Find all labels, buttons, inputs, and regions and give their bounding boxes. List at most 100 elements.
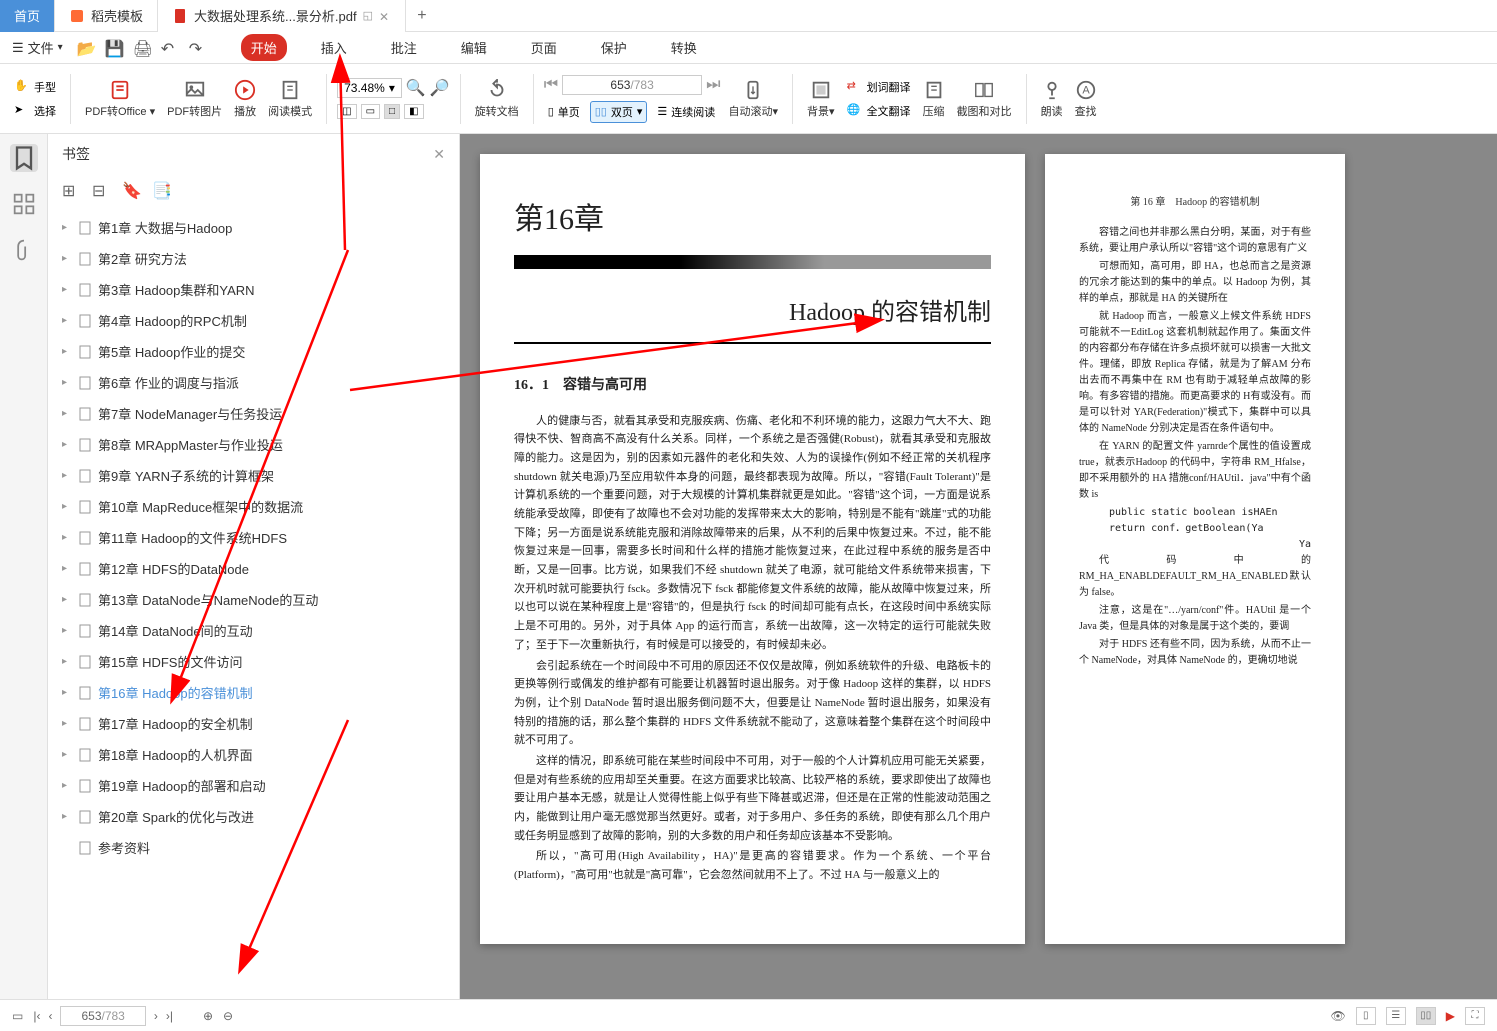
expand-arrow-icon[interactable]: ▸ (62, 377, 72, 388)
page-input[interactable]: 653/783 (562, 75, 702, 95)
expand-arrow-icon[interactable]: ▸ (62, 408, 72, 419)
bookmark-item[interactable]: ▸第11章 Hadoop的文件系统HDFS (48, 522, 459, 553)
status-page-input[interactable]: 653/783 (60, 1006, 145, 1026)
menu-tab-start[interactable]: 开始 (241, 34, 287, 61)
expand-arrow-icon[interactable]: ▸ (62, 687, 72, 698)
rotate-doc[interactable]: 旋转文档 (471, 77, 523, 121)
status-marker2[interactable]: ⊖ (223, 1009, 233, 1023)
bookmark-item[interactable]: ▸第18章 Hadoop的人机界面 (48, 739, 459, 770)
bookmarks-close[interactable]: ✕ (433, 146, 445, 163)
page-last[interactable]: ⏭ (706, 76, 720, 94)
bookmark-item[interactable]: ▸第17章 Hadoop的安全机制 (48, 708, 459, 739)
fit-width[interactable]: ◫ (337, 104, 356, 119)
print-icon[interactable]: 🖨 (133, 39, 151, 57)
hand-tool[interactable]: ✋手型 (10, 77, 60, 97)
redo-icon[interactable]: ↷ (189, 39, 207, 57)
expand-arrow-icon[interactable]: ▸ (62, 718, 72, 729)
view-double[interactable]: ▯▯ (1416, 1007, 1436, 1025)
status-marker1[interactable]: ⊕ (203, 1009, 213, 1023)
bookmark-item[interactable]: ▸第13章 DataNode与NameNode的互动 (48, 584, 459, 615)
expand-arrow-icon[interactable]: ▸ (62, 253, 72, 264)
fit-visible[interactable]: ◧ (404, 104, 423, 119)
auto-scroll[interactable]: 自动滚动▾ (725, 77, 783, 121)
pdf-to-image[interactable]: PDF转图片 (163, 77, 226, 121)
tab-restore-icon[interactable]: ◱ (363, 9, 373, 22)
bookmark-item[interactable]: ▸第2章 研究方法 (48, 243, 459, 274)
tab-home[interactable]: 首页 (0, 0, 55, 32)
expand-arrow-icon[interactable]: ▸ (62, 625, 72, 636)
eye-icon[interactable]: 👁 (1331, 1009, 1346, 1023)
expand-arrow-icon[interactable]: ▸ (62, 532, 72, 543)
background[interactable]: 背景▾ (803, 77, 839, 121)
menu-tab-protect[interactable]: 保护 (591, 34, 637, 61)
bm-expand-icon[interactable]: ⊟ (92, 181, 110, 199)
bookmark-item[interactable]: ▸第8章 MRAppMaster与作业投运 (48, 429, 459, 460)
read-mode[interactable]: 阅读模式 (264, 77, 316, 121)
expand-arrow-icon[interactable]: ▸ (62, 284, 72, 295)
tab-close[interactable]: ✕ (379, 10, 391, 22)
view-continuous[interactable]: ☰ (1386, 1007, 1406, 1025)
bookmark-item[interactable]: ▸第7章 NodeManager与任务投运 (48, 398, 459, 429)
expand-arrow-icon[interactable]: ▸ (62, 222, 72, 233)
continuous-read[interactable]: ☰连续阅读 (653, 101, 719, 123)
bookmark-item[interactable]: ▸第19章 Hadoop的部署和启动 (48, 770, 459, 801)
word-translate[interactable]: ⇄划词翻译 (843, 77, 915, 97)
compress[interactable]: 压缩 (919, 77, 949, 121)
read-aloud[interactable]: 朗读 (1037, 77, 1067, 121)
rail-thumbnails[interactable] (10, 190, 38, 218)
menu-file[interactable]: ☰ 文件 ▾ (12, 38, 63, 57)
play-button[interactable]: 播放 (230, 77, 260, 121)
bookmark-item[interactable]: ▸第4章 Hadoop的RPC机制 (48, 305, 459, 336)
menu-tab-comment[interactable]: 批注 (381, 34, 427, 61)
bookmark-item[interactable]: ▸第14章 DataNode间的互动 (48, 615, 459, 646)
play-status[interactable]: ▶ (1446, 1009, 1455, 1023)
tab-add[interactable]: + (406, 7, 438, 25)
zoom-in[interactable]: 🔎 (430, 78, 450, 98)
bookmark-item[interactable]: ▸第9章 YARN子系统的计算框架 (48, 460, 459, 491)
bookmark-item[interactable]: ▸第16章 Hadoop的容错机制 (48, 677, 459, 708)
expand-arrow-icon[interactable]: ▸ (62, 563, 72, 574)
double-page[interactable]: ▯▯双页 ▾ (590, 101, 648, 123)
bm-add-icon[interactable]: ⊞ (62, 181, 80, 199)
actual-size[interactable]: □ (384, 104, 400, 119)
expand-arrow-icon[interactable]: ▸ (62, 749, 72, 760)
zoom-value[interactable]: 73.48% ▾ (337, 78, 402, 98)
zoom-out[interactable]: 🔍 (406, 78, 426, 98)
menu-tab-insert[interactable]: 插入 (311, 34, 357, 61)
menu-tab-convert[interactable]: 转换 (661, 34, 707, 61)
expand-arrow-icon[interactable]: ▸ (62, 501, 72, 512)
undo-icon[interactable]: ↶ (161, 39, 179, 57)
rail-bookmarks[interactable] (10, 144, 38, 172)
open-icon[interactable]: 📂 (77, 39, 95, 57)
expand-arrow-icon[interactable]: ▸ (62, 439, 72, 450)
pdf-to-office[interactable]: PDF转Office ▾ (81, 77, 159, 121)
bookmark-item[interactable]: ▸第1章 大数据与Hadoop (48, 212, 459, 243)
tab-document[interactable]: 大数据处理系统...景分析.pdf ◱ ✕ (158, 0, 406, 32)
bookmark-item[interactable]: ▸第5章 Hadoop作业的提交 (48, 336, 459, 367)
menu-tab-edit[interactable]: 编辑 (451, 34, 497, 61)
tab-template[interactable]: 稻壳模板 (55, 0, 158, 32)
expand-arrow-icon[interactable]: ▸ (62, 811, 72, 822)
screenshot-compare[interactable]: 截图和对比 (953, 77, 1016, 121)
bookmark-item[interactable]: ▸第6章 作业的调度与指派 (48, 367, 459, 398)
nav-first[interactable]: |‹ (33, 1009, 40, 1023)
expand-arrow-icon[interactable]: ▸ (62, 594, 72, 605)
expand-arrow-icon[interactable]: ▸ (62, 656, 72, 667)
expand-arrow-icon[interactable]: ▸ (62, 470, 72, 481)
bookmark-item[interactable]: 参考资料 (48, 832, 459, 863)
full-translate[interactable]: 🌐全文翻译 (843, 101, 915, 121)
view-fullscreen[interactable]: ⛶ (1465, 1007, 1485, 1025)
nav-prev[interactable]: ‹ (48, 1009, 52, 1023)
bm-bookmark2-icon[interactable]: 📑 (152, 181, 170, 199)
expand-arrow-icon[interactable]: ▸ (62, 315, 72, 326)
view-single[interactable]: ▯ (1356, 1007, 1376, 1025)
fit-page[interactable]: ▭ (361, 104, 380, 119)
expand-arrow-icon[interactable]: ▸ (62, 346, 72, 357)
single-page[interactable]: ▯单页 (544, 101, 584, 123)
rail-attachments[interactable] (10, 236, 38, 264)
bookmark-item[interactable]: ▸第10章 MapReduce框架中的数据流 (48, 491, 459, 522)
nav-next[interactable]: › (154, 1009, 158, 1023)
page-first[interactable]: ⏮ (544, 76, 558, 94)
bm-bookmark-icon[interactable]: 🔖 (122, 181, 140, 199)
document-viewer[interactable]: 第16章 Hadoop 的容错机制 16．1 容错与高可用 人的健康与否，就看其… (460, 134, 1497, 999)
